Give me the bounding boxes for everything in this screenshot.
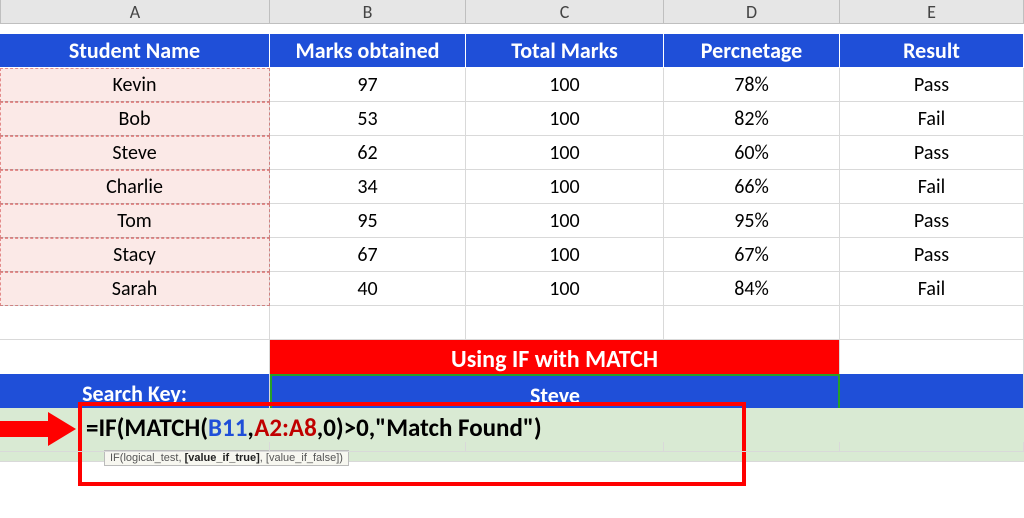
cell-student-name[interactable]: Steve xyxy=(0,136,270,170)
cell-student-name[interactable]: Sarah xyxy=(0,272,270,306)
col-header-E[interactable]: E xyxy=(840,0,1024,24)
cell-student-name[interactable]: Charlie xyxy=(0,170,270,204)
cell-student-name[interactable]: Tom xyxy=(0,204,270,238)
cell-marks[interactable]: 53 xyxy=(270,102,466,136)
cell-percentage[interactable]: 60% xyxy=(664,136,840,170)
cell-total[interactable]: 100 xyxy=(466,136,664,170)
cell-total[interactable]: 100 xyxy=(466,102,664,136)
cell-result[interactable]: Pass xyxy=(840,68,1024,102)
cell-marks[interactable]: 67 xyxy=(270,238,466,272)
empty-cell[interactable] xyxy=(664,306,840,340)
col-header-D[interactable]: D xyxy=(664,0,840,24)
cell-total[interactable]: 100 xyxy=(466,68,664,102)
cell-marks[interactable]: 97 xyxy=(270,68,466,102)
col-header-C[interactable]: C xyxy=(466,0,664,24)
cell-total[interactable]: 100 xyxy=(466,170,664,204)
cell-result[interactable]: Pass xyxy=(840,136,1024,170)
cell-student-name[interactable]: Stacy xyxy=(0,238,270,272)
cell-total[interactable]: 100 xyxy=(466,204,664,238)
empty-cell[interactable] xyxy=(270,442,466,452)
header-result[interactable]: Result xyxy=(840,34,1024,68)
cell-result[interactable]: Fail xyxy=(840,102,1024,136)
cell-result[interactable]: Fail xyxy=(840,170,1024,204)
empty-cell[interactable] xyxy=(0,306,270,340)
formula-cell[interactable]: =IF(MATCH(B11,A2:A8,0)>0,"Match Found")I… xyxy=(0,408,1024,462)
empty-cell[interactable] xyxy=(840,442,1024,452)
cell-percentage[interactable]: 78% xyxy=(664,68,840,102)
arrow-icon xyxy=(0,414,78,444)
empty-cell[interactable] xyxy=(466,442,664,452)
cell-marks[interactable]: 95 xyxy=(270,204,466,238)
col-header-B[interactable]: B xyxy=(270,0,466,24)
empty-cell[interactable] xyxy=(0,442,270,452)
cell-student-name[interactable]: Kevin xyxy=(0,68,270,102)
cell-percentage[interactable]: 95% xyxy=(664,204,840,238)
cell-percentage[interactable]: 67% xyxy=(664,238,840,272)
empty-cell[interactable] xyxy=(270,306,466,340)
cell-result[interactable]: Pass xyxy=(840,204,1024,238)
cell-total[interactable]: 100 xyxy=(466,272,664,306)
cell-marks[interactable]: 40 xyxy=(270,272,466,306)
cell-result[interactable]: Pass xyxy=(840,238,1024,272)
formula-text: =IF(MATCH(B11,A2:A8,0)>0,"Match Found") xyxy=(86,412,542,443)
header-percentage[interactable]: Percnetage xyxy=(664,34,840,68)
header-marks-obtained[interactable]: Marks obtained xyxy=(270,34,466,68)
cell-percentage[interactable]: 82% xyxy=(664,102,840,136)
header-student-name[interactable]: Student Name xyxy=(0,34,270,68)
formula-tooltip: IF(logical_test, [value_if_true], [value… xyxy=(104,450,349,466)
cell-result[interactable]: Fail xyxy=(840,272,1024,306)
cell-marks[interactable]: 34 xyxy=(270,170,466,204)
cell-marks[interactable]: 62 xyxy=(270,136,466,170)
cell-student-name[interactable]: Bob xyxy=(0,102,270,136)
cell-percentage[interactable]: 66% xyxy=(664,170,840,204)
spreadsheet[interactable]: A B C D E Student Name Marks obtained To… xyxy=(0,0,1024,476)
empty-cell[interactable] xyxy=(664,442,840,452)
empty-cell[interactable] xyxy=(466,306,664,340)
col-header-A[interactable]: A xyxy=(0,0,270,24)
cell-total[interactable]: 100 xyxy=(466,238,664,272)
empty-cell[interactable] xyxy=(840,306,1024,340)
cell-percentage[interactable]: 84% xyxy=(664,272,840,306)
header-total-marks[interactable]: Total Marks xyxy=(466,34,664,68)
